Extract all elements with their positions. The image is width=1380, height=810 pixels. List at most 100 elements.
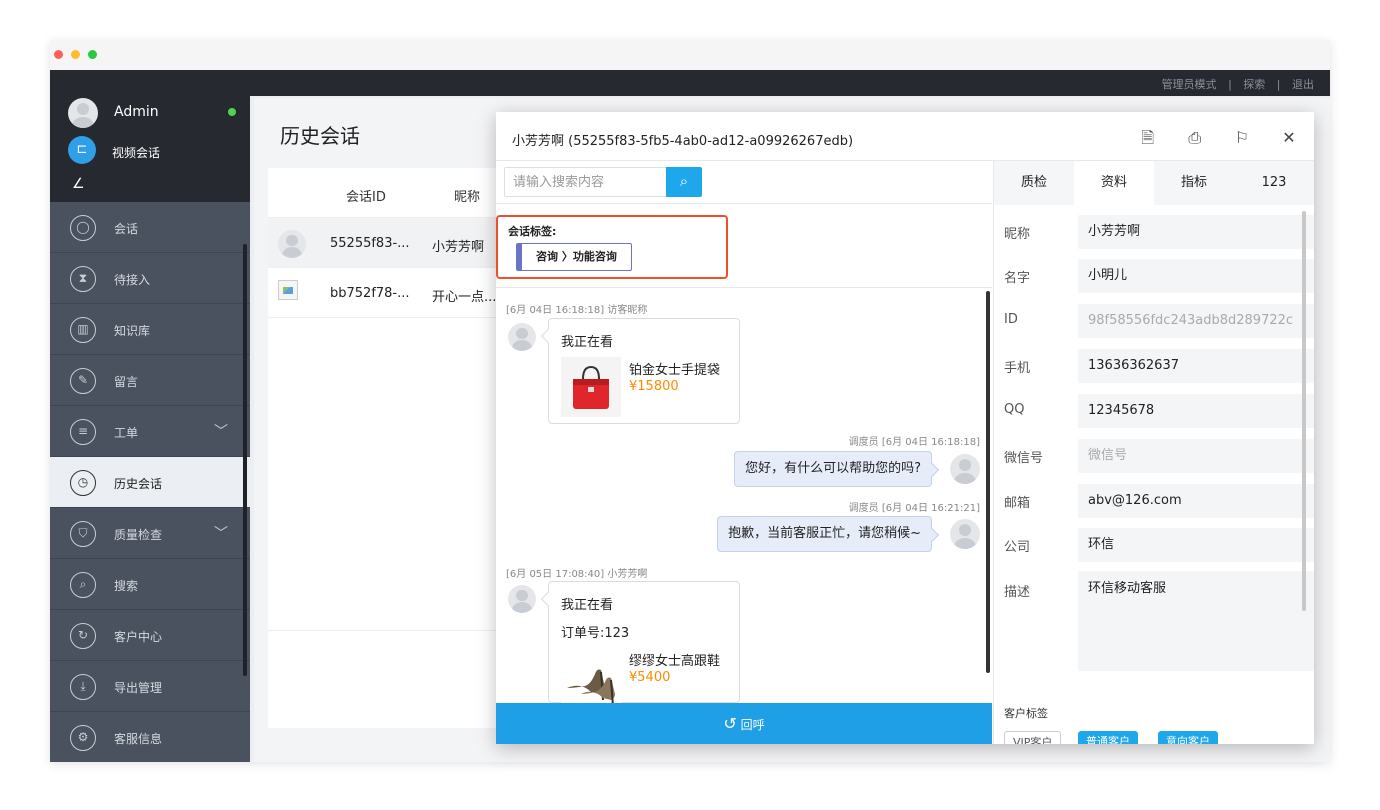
top-links: 管理员模式 | 探索 | 退出: [1158, 76, 1318, 92]
message-text: 我正在看: [561, 335, 614, 350]
close-window-button[interactable]: [54, 50, 63, 59]
sidebar-item[interactable]: ⌕ 搜索: [50, 559, 250, 610]
sidebar-item[interactable]: ↻ 客户中心: [50, 610, 250, 661]
field-value[interactable]: 98f58556fdc243adb8d289722c: [1078, 304, 1314, 338]
column-header-id[interactable]: 会话ID: [346, 186, 386, 205]
tab[interactable]: 资料: [1074, 161, 1154, 205]
sidebar-item-label: 历史会话: [114, 477, 163, 491]
sidebar-item-label: 待接入: [114, 273, 151, 287]
customer-tag-intent[interactable]: 意向客户: [1158, 731, 1218, 744]
column-header-nick[interactable]: 昵称: [454, 186, 480, 205]
info-scrollbar[interactable]: [1302, 211, 1306, 611]
field-label: 昵称: [1004, 227, 1031, 242]
description-field[interactable]: 环信移动客服: [1078, 571, 1314, 671]
print-icon[interactable]: ⎙: [1184, 126, 1206, 150]
session-id-cell: bb752f78-...: [330, 286, 410, 301]
note-icon: ✎: [70, 368, 96, 394]
nick-cell: 小芳芳啊: [432, 240, 485, 255]
sidebar-item[interactable]: ⚙ 客服信息: [50, 712, 250, 762]
message-meta: [6月 04日 16:18:18] 访客昵称: [506, 305, 648, 316]
visitor-message-bubble: 我正在看 铂金女士手提袋 ¥15800: [548, 318, 740, 424]
video-icon[interactable]: ⊏: [68, 136, 96, 164]
agent-message-bubble: 抱歉，当前客服正忙，请您稍候~: [717, 516, 932, 552]
field-value[interactable]: 微信号: [1078, 439, 1314, 473]
field-label: 手机: [1004, 361, 1031, 376]
field-value[interactable]: abv@126.com: [1078, 484, 1314, 518]
product-image-heels[interactable]: [561, 648, 621, 708]
minimize-window-button[interactable]: [71, 50, 80, 59]
field-label: 邮箱: [1004, 496, 1031, 511]
sidebar-scrollbar[interactable]: [243, 244, 247, 676]
field-value[interactable]: 13636362637: [1078, 349, 1314, 383]
visitor-avatar: [508, 323, 536, 351]
document-icon[interactable]: 🗎: [1137, 126, 1159, 150]
video-session-label[interactable]: 视频会话: [112, 144, 160, 161]
product-image-handbag[interactable]: [561, 357, 621, 417]
admin-mode-link[interactable]: 管理员模式: [1162, 78, 1217, 91]
sidebar: Admin ⊏ 视频会话 ∠ ◯ 会话 ⧗ 待接入 ▥ 知识库 ✎ 留言 ≡ 工单 ﹀ ◷ 历史会话 ⛉ 质…: [50, 96, 250, 762]
chevron-down-icon[interactable]: ﹀: [214, 523, 228, 543]
tab[interactable]: 指标: [1154, 161, 1234, 205]
sidebar-item[interactable]: ▥ 知识库: [50, 304, 250, 355]
tab[interactable]: 质检: [994, 161, 1074, 205]
message-text: 我正在看: [561, 598, 614, 613]
product-price: ¥15800: [629, 379, 679, 394]
sidebar-item-label: 搜索: [114, 579, 139, 593]
product-name[interactable]: 铂金女士手提袋: [629, 359, 720, 378]
separator: |: [1228, 78, 1232, 91]
sidebar-item[interactable]: ≡ 工单 ﹀: [50, 406, 250, 457]
customer-icon: ↻: [70, 623, 96, 649]
flag-icon[interactable]: ⚐: [1231, 126, 1253, 150]
book-icon: ▥: [70, 317, 96, 343]
search-icon: ⌕: [679, 172, 689, 190]
callback-button[interactable]: ↺ 回呼: [496, 703, 992, 744]
agent-avatar: [950, 454, 980, 484]
field-value[interactable]: 12345678: [1078, 394, 1314, 428]
chevron-down-icon[interactable]: ﹀: [214, 421, 228, 441]
search-button[interactable]: ⌕: [666, 167, 702, 197]
tab[interactable]: 123: [1234, 161, 1314, 205]
visitor-message-bubble: 我正在看 订单号:123 缪缪女士高跟鞋 ¥5400: [548, 581, 740, 708]
sidebar-item[interactable]: ◷ 历史会话: [50, 457, 250, 508]
callback-icon: ↺: [723, 714, 737, 733]
chat-scrollbar[interactable]: [986, 291, 990, 673]
info-tabs: 质检 资料 指标 123: [994, 161, 1314, 205]
customer-tag-vip[interactable]: VIP客户: [1004, 731, 1062, 744]
collapse-icon[interactable]: ∠: [72, 176, 85, 192]
message-meta: 调度员 [6月 04日 16:18:18]: [848, 437, 980, 448]
sidebar-item[interactable]: ◯ 会话: [50, 202, 250, 253]
profile-field: 邮箱 abv@126.com: [994, 480, 1314, 520]
customer-tag-label: 客户标签: [1004, 707, 1048, 720]
visitor-avatar: [508, 585, 536, 613]
session-tag-chip[interactable]: 咨询 〉功能咨询: [516, 243, 632, 271]
product-name[interactable]: 缪缪女士高跟鞋: [629, 650, 720, 669]
page-title: 历史会话: [280, 124, 360, 148]
logout-link[interactable]: 退出: [1292, 78, 1314, 91]
sidebar-item-label: 工单: [114, 426, 139, 440]
avatar[interactable]: [68, 98, 98, 128]
top-bar: 管理员模式 | 探索 | 退出: [50, 70, 1330, 96]
field-value[interactable]: 小明儿: [1078, 259, 1314, 293]
close-icon[interactable]: ✕: [1278, 126, 1300, 150]
zoom-window-button[interactable]: [88, 50, 97, 59]
sidebar-item-label: 质量检查: [114, 528, 163, 542]
nick-cell: 开心一点...: [432, 290, 497, 305]
field-value[interactable]: 环信: [1078, 528, 1314, 562]
search-input[interactable]: [505, 168, 667, 196]
chat-icon: ◯: [70, 215, 96, 241]
sidebar-item[interactable]: ⧗ 待接入: [50, 253, 250, 304]
customer-tag-normal[interactable]: 普通客户: [1078, 731, 1138, 744]
sidebar-item-label: 留言: [114, 375, 139, 389]
sidebar-item[interactable]: ⤓ 导出管理: [50, 661, 250, 712]
agent-message-bubble: 您好，有什么可以帮助您的吗?: [734, 451, 932, 487]
profile-field: 手机 13636362637: [994, 345, 1314, 385]
sidebar-item[interactable]: ⛉ 质量检查 ﹀: [50, 508, 250, 559]
explore-link[interactable]: 探索: [1243, 78, 1265, 91]
profile-field: 名字 小明儿: [994, 255, 1314, 295]
sidebar-item[interactable]: ✎ 留言: [50, 355, 250, 406]
window-titlebar: [50, 40, 1330, 70]
sidebar-item-label: 会话: [114, 222, 139, 236]
user-name: Admin: [114, 104, 159, 120]
session-dialog: 小芳芳啊 (55255f83-5fb5-4ab0-ad12-a09926267e…: [496, 112, 1314, 744]
field-value[interactable]: 小芳芳啊: [1078, 215, 1314, 249]
